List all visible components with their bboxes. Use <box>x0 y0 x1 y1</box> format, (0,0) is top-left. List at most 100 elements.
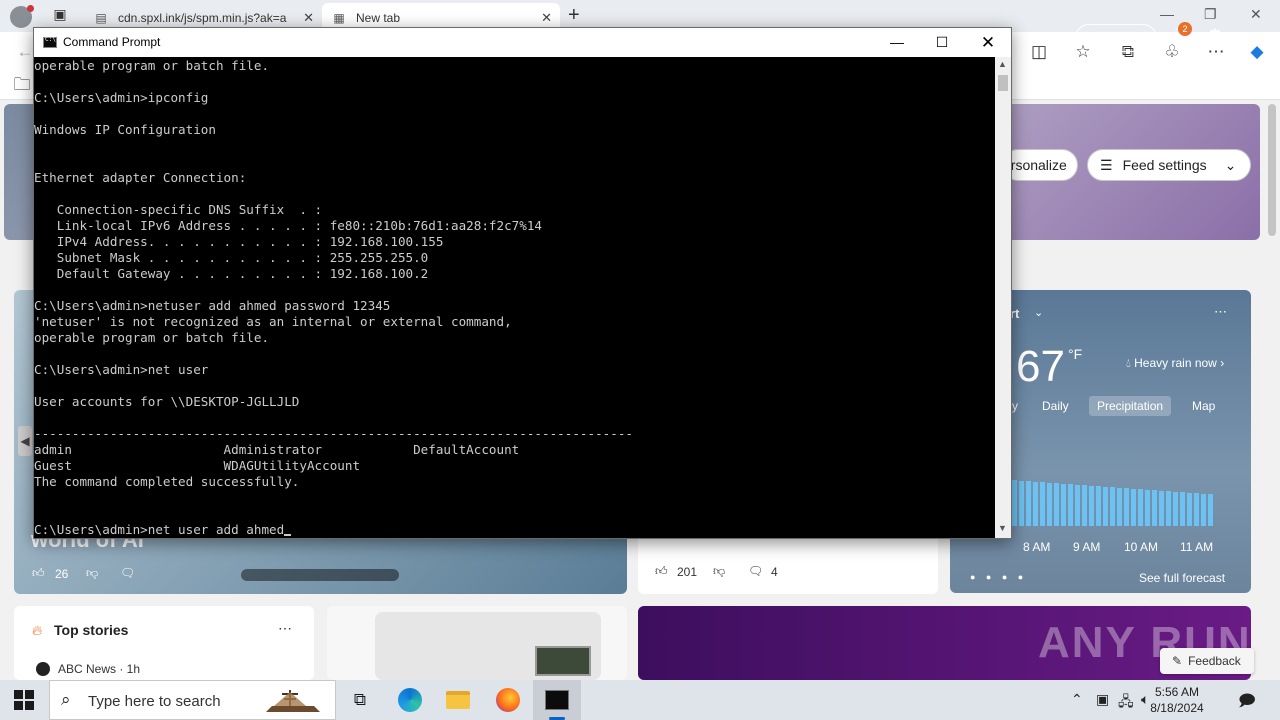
command-prompt-taskbar-icon[interactable] <box>533 680 581 720</box>
console-output-area[interactable]: operable program or batch file. C:\Users… <box>34 57 995 538</box>
weather-tab-map[interactable]: Map <box>1192 399 1215 413</box>
top-stories-heading[interactable]: Top stories <box>54 622 128 638</box>
console-text: operable program or batch file. C:\Users… <box>34 58 633 537</box>
carousel-dots[interactable]: ● ● ● ● <box>970 572 1027 582</box>
cmd-minimize-icon[interactable]: — <box>874 28 920 57</box>
notification-center-icon[interactable]: 🗩︎ <box>1238 690 1256 717</box>
edge-app-icon[interactable] <box>386 680 434 720</box>
page-scrollbar[interactable] <box>1264 100 1280 680</box>
cmd-scrollbar[interactable]: ▲ ▼ <box>995 57 1011 538</box>
precipitation-bar <box>1075 484 1080 526</box>
tab-title: New tab <box>356 10 401 25</box>
browser-close-icon[interactable]: ✕ <box>1250 6 1262 23</box>
cmd-close-icon[interactable]: ✕ <box>965 28 1011 57</box>
favorites-folder-icon[interactable]: 🗀 <box>11 74 33 96</box>
weather-time-label: 8 AM <box>1023 540 1051 554</box>
precipitation-bar <box>1173 491 1178 526</box>
precipitation-bars <box>1012 480 1222 526</box>
chevron-down-icon[interactable]: ⌄ <box>1034 306 1043 319</box>
flame-icon: 🔥︎ <box>32 622 43 638</box>
display-panel <box>535 646 591 676</box>
like-icon[interactable]: 👍︎ <box>32 566 45 581</box>
page-icon: ▤ <box>95 10 107 25</box>
scrollbar-thumb[interactable] <box>1268 104 1276 236</box>
tab-actions-icon[interactable]: ▣ <box>50 6 70 26</box>
firefox-icon[interactable] <box>484 680 532 720</box>
like-count: 26 <box>55 567 69 581</box>
precipitation-bar <box>1096 486 1101 526</box>
more-options-icon[interactable]: ⋯ <box>278 620 292 637</box>
close-tab-icon[interactable]: ✕ <box>303 10 314 26</box>
feedback-label: Feedback <box>1188 654 1241 668</box>
sign-in-button[interactable]: Sign in <box>1075 24 1157 52</box>
scrollbar-thumb[interactable] <box>998 75 1008 91</box>
taskbar-search-box[interactable]: ⌕ Type here to search <box>49 680 336 720</box>
dislike-icon[interactable]: 👎︎ <box>86 566 98 581</box>
profile-avatar-icon[interactable] <box>10 5 34 28</box>
search-highlight-image <box>266 690 320 712</box>
precipitation-bar <box>1103 486 1108 526</box>
scroll-down-icon[interactable]: ▼ <box>998 523 1007 533</box>
cmd-maximize-icon[interactable]: ☐ <box>919 28 965 57</box>
comment-icon[interactable]: 🗨︎ <box>748 564 763 578</box>
precipitation-bar <box>1026 481 1031 526</box>
precipitation-bar <box>1145 489 1150 526</box>
feed-settings-button[interactable]: ☰ Feed settings ⌄ <box>1087 149 1251 181</box>
precipitation-bar <box>1082 485 1087 526</box>
weather-tab-hourly[interactable]: y <box>1012 399 1018 413</box>
split-screen-icon[interactable]: ◫ <box>1028 41 1050 63</box>
sliders-icon: ☰ <box>1100 156 1113 173</box>
personalize-button[interactable]: ersonalize <box>1002 149 1078 181</box>
weather-time-label: 9 AM <box>1073 540 1101 554</box>
cmd-app-icon <box>43 36 57 48</box>
news-source: ABC News · 1h <box>58 662 141 676</box>
windows-start-icon[interactable] <box>14 690 34 710</box>
like-icon[interactable]: 👍︎ <box>655 564 668 579</box>
abc-news-logo <box>36 662 50 676</box>
raindrop-icon: 💧︎ <box>1126 356 1135 370</box>
comment-count: 4 <box>771 565 778 579</box>
network-icon[interactable]: 🖧︎ <box>1118 691 1134 715</box>
browser-minimize-icon[interactable]: — <box>1160 6 1174 22</box>
weather-tab-daily[interactable]: Daily <box>1042 399 1069 413</box>
device-icon[interactable]: ▣ <box>1096 691 1109 708</box>
copilot-icon[interactable]: ◆ <box>1246 41 1268 63</box>
chevron-down-icon: ⌄ <box>1224 156 1237 173</box>
weather-tab-precipitation[interactable]: Precipitation <box>1089 396 1172 416</box>
precipitation-bar <box>1110 487 1115 526</box>
comment-icon[interactable]: 🗨︎ <box>120 566 135 580</box>
feed-settings-label: Feed settings <box>1122 157 1207 173</box>
carousel-prev-icon[interactable]: ◀ <box>18 426 32 456</box>
weather-condition[interactable]: 💧︎ Heavy rain now › <box>1126 356 1224 371</box>
feedback-button[interactable]: ✎ Feedback <box>1160 648 1254 674</box>
close-tab-icon[interactable]: ✕ <box>541 10 552 26</box>
precipitation-bar <box>1047 482 1052 526</box>
see-full-forecast-link[interactable]: See full forecast <box>1139 571 1225 585</box>
dislike-icon[interactable]: 👎︎ <box>713 564 725 579</box>
precipitation-bar <box>1194 493 1199 526</box>
taskbar-clock[interactable]: 5:56 AM 8/18/2024 <box>1136 684 1218 716</box>
weather-time-label: 11 AM <box>1180 540 1214 554</box>
carousel-pager[interactable] <box>241 569 399 581</box>
command-prompt-window[interactable]: Command Prompt — ☐ ✕ operable program or… <box>33 27 1012 539</box>
file-explorer-icon[interactable] <box>434 680 482 720</box>
precipitation-bar <box>1033 481 1038 526</box>
precipitation-bar <box>1019 480 1024 526</box>
scroll-up-icon[interactable]: ▲ <box>998 59 1007 69</box>
new-tab-plus-icon[interactable]: + <box>568 4 580 27</box>
precipitation-bar <box>1152 490 1157 526</box>
precipitation-bar <box>1054 483 1059 526</box>
cmd-title-bar[interactable]: Command Prompt — ☐ ✕ <box>34 28 1011 57</box>
precipitation-bar <box>1061 483 1066 526</box>
precipitation-bar <box>1117 487 1122 526</box>
settings-gear-icon[interactable]: ⚙ <box>1206 24 1224 49</box>
like-count: 201 <box>677 565 698 579</box>
show-hidden-icons-icon[interactable]: ⌃ <box>1071 691 1083 708</box>
product-card[interactable] <box>327 606 627 680</box>
search-placeholder: Type here to search <box>88 693 221 710</box>
precipitation-bar <box>1012 480 1017 526</box>
task-view-icon[interactable]: ⧉ <box>336 680 384 720</box>
more-options-icon[interactable]: ⋯ <box>1214 304 1227 320</box>
browser-restore-icon[interactable]: ❐ <box>1204 6 1217 23</box>
clock-time: 5:56 AM <box>1154 685 1200 699</box>
